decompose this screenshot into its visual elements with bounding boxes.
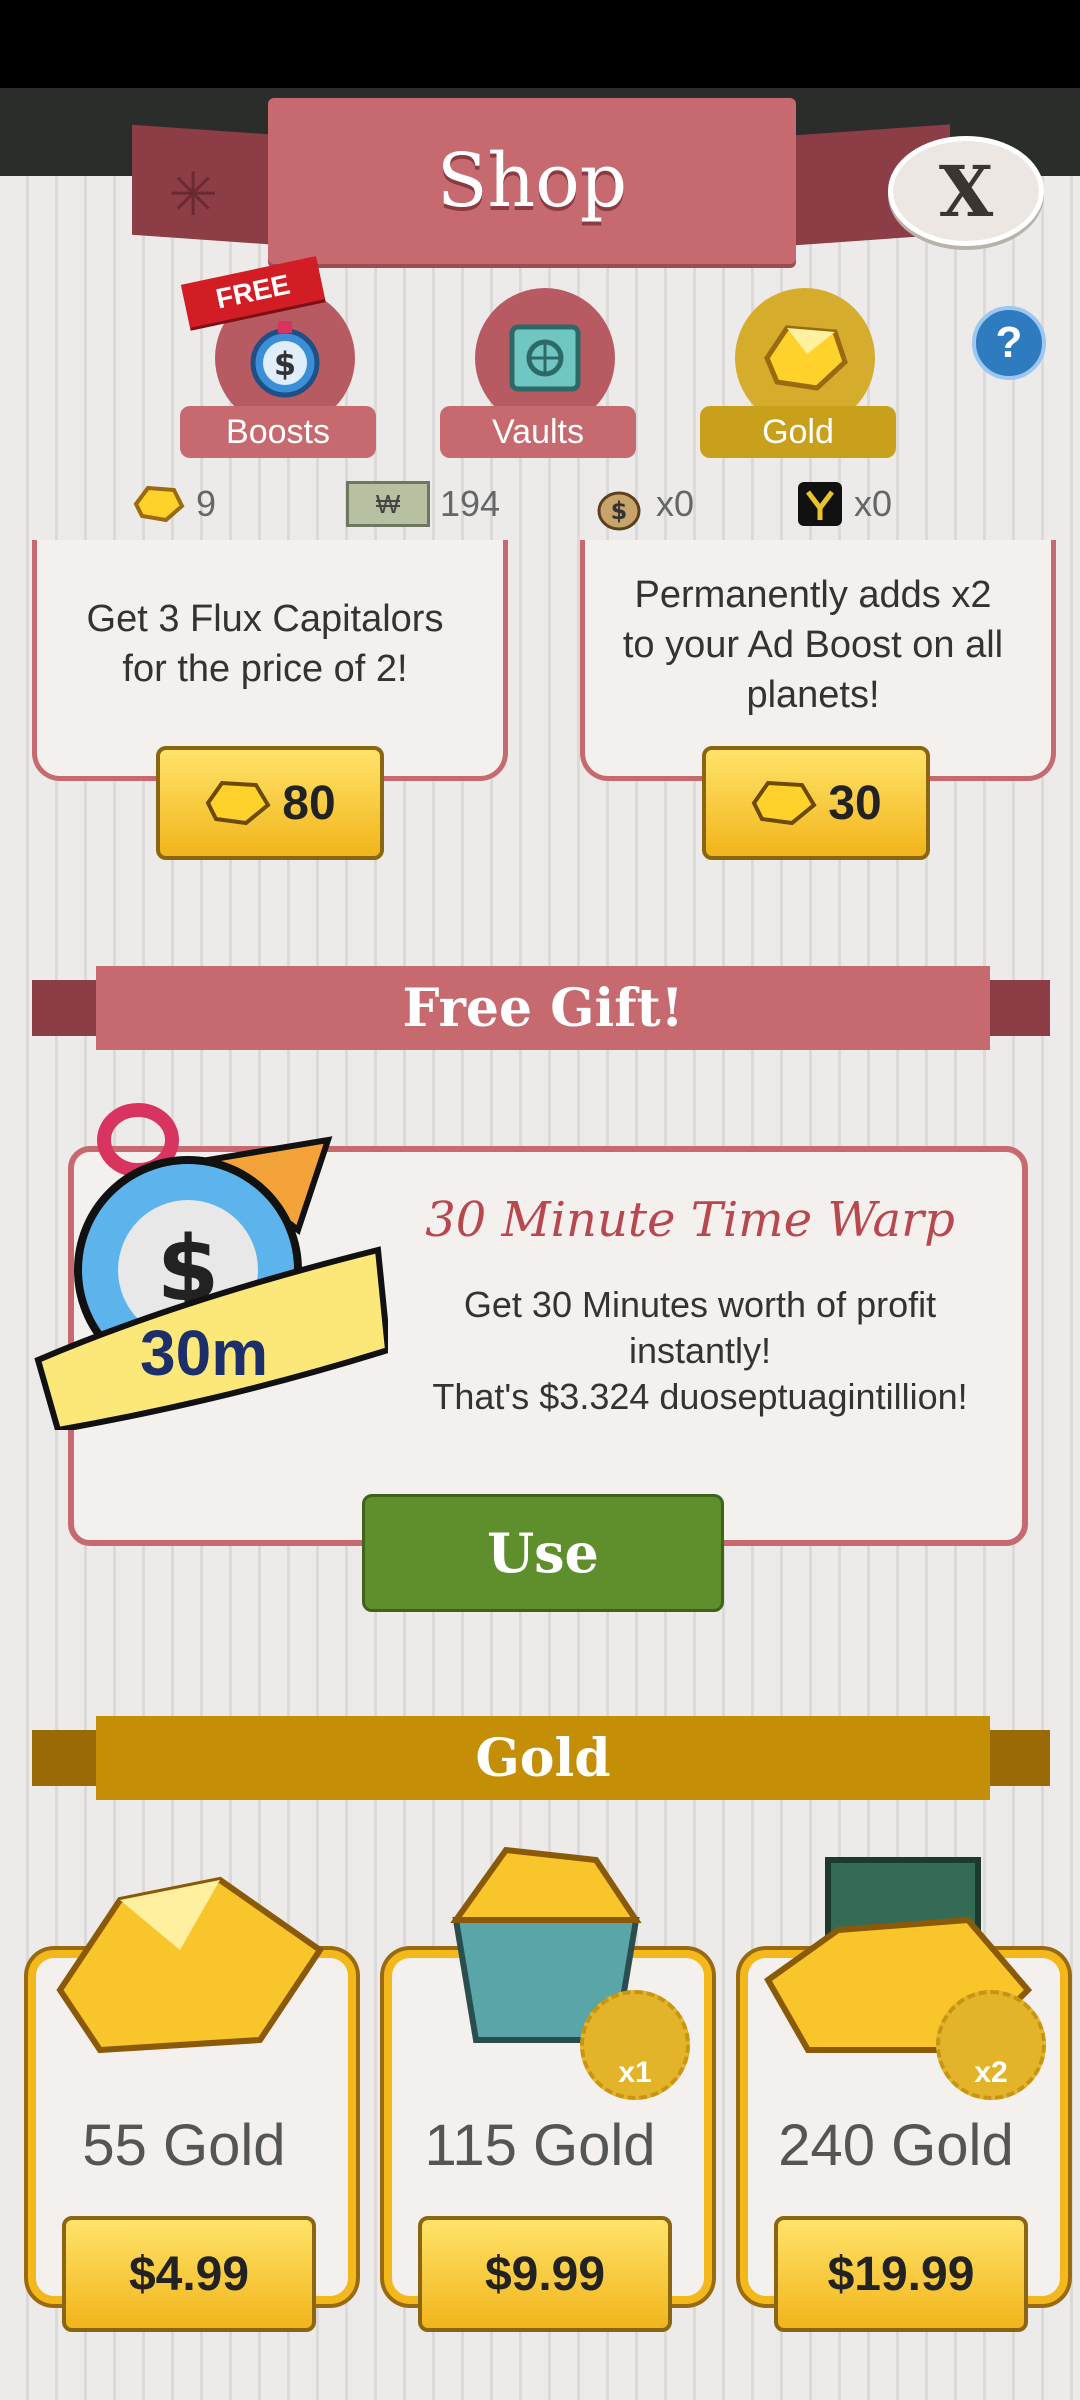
gold-pack-name: 55 Gold — [82, 2113, 286, 2178]
gift-description: Get 30 Minutes worth of profit — [463, 1284, 937, 1325]
currency-value: 9 — [196, 483, 217, 524]
currency-gold: 9 — [132, 476, 216, 532]
offer-description: Get 3 Flux Capitalors for the price of 2… — [86, 598, 444, 690]
price-value: 80 — [282, 776, 336, 830]
buy-flux-button[interactable]: 80 — [156, 746, 384, 860]
currency-flux: x0 — [796, 476, 892, 532]
decor-star-icon: ✳ — [168, 161, 219, 228]
currency-value: x0 — [854, 483, 893, 524]
gift-description: That's $3.324 duoseptuagintillion! — [432, 1376, 968, 1417]
tab-label: Boosts — [180, 406, 376, 458]
shop-title: Shop — [268, 98, 796, 264]
tab-vaults[interactable]: Vaults — [440, 288, 640, 458]
time-warp-badge: 30m — [140, 1317, 269, 1389]
offer-description: Permanently adds x2 to your Ad Boost on … — [622, 574, 1004, 716]
tab-label: Vaults — [440, 406, 636, 458]
gift-title: 30 Minute Time Warp — [425, 1192, 955, 1248]
buy-gold-button[interactable]: $19.99 — [774, 2216, 1028, 2332]
help-button[interactable]: ? — [972, 306, 1046, 380]
section-title-gold: Gold — [96, 1716, 990, 1800]
gold-gem-icon — [133, 485, 185, 523]
gold-gem-icon — [205, 780, 271, 826]
tab-gold[interactable]: Gold — [700, 288, 900, 458]
section-title-free-gift: Free Gift! — [96, 966, 990, 1050]
megabucks-bill-icon: ₩ — [346, 481, 430, 527]
gold-pack-name: 240 Gold — [778, 2113, 1014, 2178]
currency-value: 194 — [440, 483, 501, 524]
tab-label: Gold — [700, 406, 896, 458]
money-bag-icon: $ — [597, 491, 641, 531]
time-warp-icon: $ 30m — [28, 1100, 392, 1434]
gold-pile-icon — [40, 1840, 340, 2065]
close-button[interactable]: X — [888, 136, 1044, 246]
currency-money-bag: $ x0 — [592, 476, 694, 532]
gold-pack-name: 115 Gold — [424, 2113, 656, 2178]
currency-megabucks: ₩ 194 — [346, 476, 500, 532]
multiplier-badge: x2 — [936, 1990, 1046, 2100]
multiplier-badge: x1 — [580, 1990, 690, 2100]
currency-value: x0 — [656, 483, 695, 524]
buy-ad-boost-button[interactable]: 30 — [702, 746, 930, 860]
buy-gold-button[interactable]: $9.99 — [418, 2216, 672, 2332]
gold-gem-icon — [751, 780, 817, 826]
flux-icon — [798, 482, 842, 526]
price-value: 30 — [828, 776, 882, 830]
svg-text:$: $ — [611, 497, 628, 525]
svg-text:$: $ — [274, 345, 296, 383]
use-button[interactable]: Use — [362, 1494, 724, 1612]
gift-description: instantly! — [628, 1330, 772, 1371]
buy-gold-button[interactable]: $4.99 — [62, 2216, 316, 2332]
status-bar — [0, 0, 1080, 88]
